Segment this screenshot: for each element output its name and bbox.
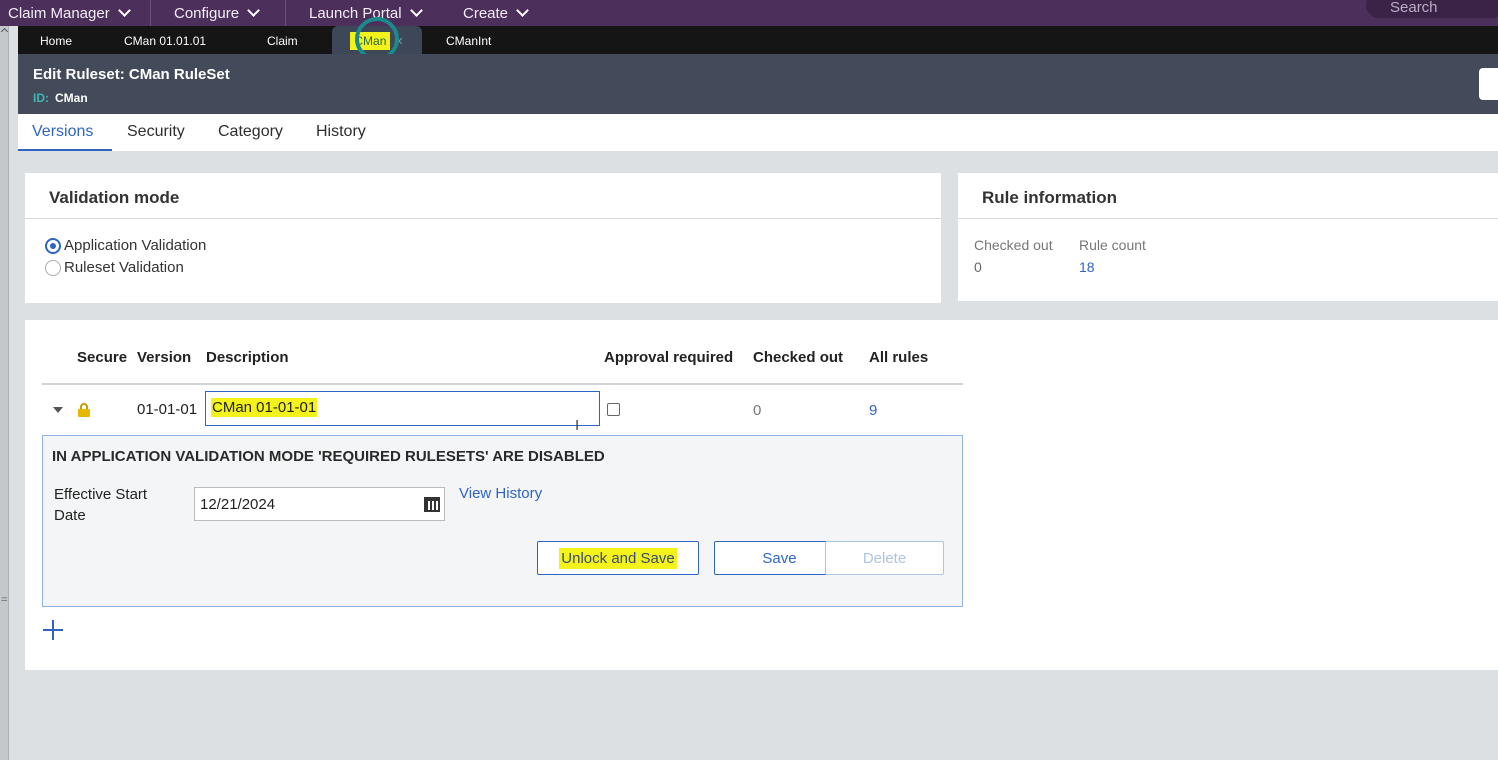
tab-home[interactable]: Home xyxy=(40,26,72,54)
chevron-down-icon xyxy=(516,3,529,17)
lock-icon xyxy=(78,403,90,417)
approval-required-checkbox[interactable] xyxy=(607,403,620,416)
text-cursor-icon: I xyxy=(575,417,580,434)
search-input[interactable]: Search xyxy=(1366,0,1498,18)
header-action-button[interactable] xyxy=(1479,68,1498,100)
claim-manager-menu[interactable]: Claim Manager xyxy=(8,0,131,26)
version-details-panel: IN APPLICATION VALIDATION MODE 'REQUIRED… xyxy=(42,435,963,607)
version-cell: 01-01-01 xyxy=(137,401,198,418)
menu-label: Create xyxy=(463,4,509,22)
id-value: CMan xyxy=(55,91,88,105)
column-header-secure: Secure xyxy=(77,349,128,366)
delete-button[interactable]: Delete xyxy=(825,541,944,575)
menu-label: Configure xyxy=(174,4,240,22)
panel-title: Rule information xyxy=(982,188,1118,207)
menu-label: Claim Manager xyxy=(8,4,110,22)
divider xyxy=(150,0,151,26)
all-rules-link[interactable]: 9 xyxy=(869,402,877,419)
view-history-link[interactable]: View History xyxy=(459,485,542,502)
rule-count-link[interactable]: 18 xyxy=(1079,259,1095,275)
radio-label: Application Validation xyxy=(64,237,207,254)
panel-header: Validation mode xyxy=(25,173,941,219)
effective-start-date-label: Effective Start Date xyxy=(54,486,148,524)
chevron-down-icon xyxy=(247,3,260,17)
button-label: Unlock and Save xyxy=(559,548,677,569)
radio-label: Ruleset Validation xyxy=(64,259,184,276)
left-collapse-rail[interactable]: = xyxy=(0,26,9,760)
radio-selected-icon xyxy=(45,237,61,254)
page-header: Edit Ruleset: CMan RuleSet ID: CMan xyxy=(18,54,1498,114)
resize-grip-icon[interactable]: = xyxy=(1,594,7,606)
subtab-bar: Versions Security Category History xyxy=(18,114,1498,151)
column-header-version: Version xyxy=(137,349,192,366)
application-validation-radio[interactable]: Application Validation xyxy=(45,237,206,254)
column-header-description: Description xyxy=(206,349,289,366)
column-header-all-rules: All rules xyxy=(869,349,929,366)
radio-unselected-icon xyxy=(45,259,61,276)
title-text: Ruleset: CMan RuleSet xyxy=(65,66,230,83)
description-input[interactable]: CMan 01-01-01 xyxy=(205,391,600,426)
header-divider xyxy=(42,383,963,385)
checked-out-label: Checked out xyxy=(974,237,1053,253)
id-label: ID: xyxy=(33,91,49,105)
date-value: 12/21/2024 xyxy=(200,496,276,513)
scroll-up-icon[interactable] xyxy=(0,27,9,36)
active-tab-indicator xyxy=(18,149,112,151)
effective-start-date-field[interactable]: 12/21/2024 xyxy=(194,487,445,521)
column-header-approval-required: Approval required xyxy=(604,349,734,366)
chevron-down-icon xyxy=(117,3,131,17)
validation-mode-panel: Validation mode Application Validation R… xyxy=(25,173,941,303)
tab-history[interactable]: History xyxy=(316,123,366,141)
panel-header: Rule information xyxy=(958,173,1498,219)
checked-out-value: 0 xyxy=(974,259,982,275)
title-prefix: Edit xyxy=(33,66,62,83)
top-nav-bar: Claim Manager Configure Launch Portal Cr… xyxy=(0,0,1498,26)
add-version-icon[interactable] xyxy=(43,620,63,640)
ruleset-validation-radio[interactable]: Ruleset Validation xyxy=(45,259,184,276)
unlock-and-save-button[interactable]: Unlock and Save xyxy=(537,541,699,575)
calendar-icon[interactable] xyxy=(424,496,440,512)
tab-security[interactable]: Security xyxy=(127,123,185,141)
chevron-down-icon xyxy=(409,3,423,17)
tab-category[interactable]: Category xyxy=(218,123,283,141)
tab-versions[interactable]: Versions xyxy=(32,123,93,141)
configure-menu[interactable]: Configure xyxy=(174,0,260,26)
tab-cman-010101[interactable]: CMan 01.01.01 xyxy=(124,26,206,54)
page-title: Edit Ruleset: CMan RuleSet xyxy=(33,66,230,83)
rule-id: ID: CMan xyxy=(33,91,88,105)
column-header-checked-out: Checked out xyxy=(753,349,844,366)
rule-information-panel: Rule information Checked out 0 Rule coun… xyxy=(958,173,1498,301)
checked-out-cell: 0 xyxy=(753,402,762,419)
panel-title: Validation mode xyxy=(49,188,180,207)
rule-count-label: Rule count xyxy=(1079,237,1146,253)
create-menu[interactable]: Create xyxy=(463,0,529,26)
validation-warning: IN APPLICATION VALIDATION MODE 'REQUIRED… xyxy=(52,448,605,465)
tab-claim[interactable]: Claim xyxy=(267,26,298,54)
divider xyxy=(285,0,286,26)
expand-row-icon[interactable] xyxy=(53,407,63,413)
tab-cmanint[interactable]: CManInt xyxy=(446,26,491,54)
document-tab-strip: Home CMan 01.01.01 Claim CMan ✕ CManInt xyxy=(18,26,1498,54)
description-value: CMan 01-01-01 xyxy=(211,398,318,417)
